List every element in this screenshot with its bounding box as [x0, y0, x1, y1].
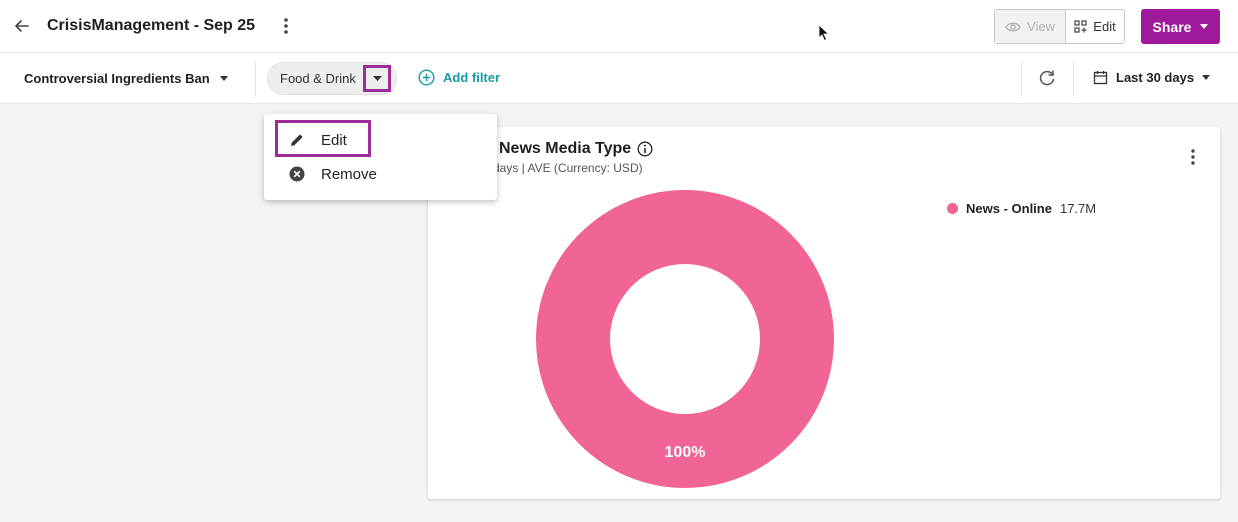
date-range-label: Last 30 days: [1116, 70, 1195, 85]
share-label: Share: [1152, 18, 1192, 35]
back-arrow-icon[interactable]: [12, 16, 32, 36]
legend-value: 17.7M: [1059, 201, 1097, 216]
date-range-selector[interactable]: Last 30 days: [1093, 70, 1211, 85]
caret-down-icon: [372, 76, 382, 81]
view-button[interactable]: View: [995, 10, 1066, 43]
view-label: View: [1027, 19, 1055, 34]
grid-edit-icon: [1074, 20, 1087, 33]
filter-chip-label: Food & Drink: [280, 71, 356, 86]
view-edit-toggle: View Edit: [994, 9, 1125, 44]
chart-card: News Media Type days | AVE (Currency: US…: [428, 127, 1220, 499]
edit-mode-button[interactable]: Edit: [1066, 10, 1124, 43]
chevron-down-icon: [1200, 24, 1209, 29]
donut-chart: 100%: [536, 190, 834, 488]
pencil-icon: [288, 131, 306, 149]
card-title: News Media Type: [499, 140, 653, 158]
chevron-down-icon: [1202, 75, 1211, 80]
mouse-cursor-icon: [818, 24, 830, 42]
menu-item-label: Edit: [321, 131, 347, 149]
filter-chip-menu: Edit Remove: [264, 114, 497, 200]
donut-slice[interactable]: [536, 190, 834, 488]
page-title: CrisisManagement - Sep 25: [47, 17, 256, 34]
divider: [255, 61, 256, 97]
menu-item-remove[interactable]: Remove: [264, 158, 497, 190]
card-more-options-icon[interactable]: [1187, 148, 1199, 166]
menu-item-edit[interactable]: Edit: [264, 124, 497, 156]
legend-name: News - Online: [966, 201, 1052, 216]
refresh-icon[interactable]: [1037, 68, 1057, 88]
divider: [1073, 61, 1074, 97]
calendar-icon: [1093, 71, 1108, 85]
add-filter-button[interactable]: Add filter: [418, 69, 500, 86]
topic-selector[interactable]: Controversial Ingredients Ban: [24, 71, 228, 86]
donut-data-label: 100%: [665, 444, 706, 461]
card-subtitle: days | AVE (Currency: USD): [493, 161, 643, 175]
filter-chip-food-drink[interactable]: Food & Drink: [267, 62, 397, 95]
topic-label: Controversial Ingredients Ban: [24, 71, 210, 86]
divider: [1021, 61, 1022, 97]
eye-icon: [1005, 22, 1021, 31]
edit-mode-label: Edit: [1093, 19, 1116, 34]
share-button[interactable]: Share: [1141, 9, 1220, 44]
add-circle-icon: [418, 69, 435, 86]
filter-bar: Controversial Ingredients Ban Food & Dri…: [0, 53, 1238, 104]
top-header: CrisisManagement - Sep 25 View Edit Shar…: [0, 0, 1238, 53]
legend-swatch: [947, 203, 958, 214]
more-options-icon[interactable]: [279, 16, 293, 36]
chevron-down-icon: [219, 76, 228, 81]
info-icon[interactable]: [637, 141, 653, 157]
remove-circle-icon: [288, 165, 306, 183]
menu-item-label: Remove: [321, 165, 377, 183]
add-filter-label: Add filter: [443, 70, 501, 85]
card-title-text: News Media Type: [499, 140, 632, 157]
legend-item[interactable]: News - Online 17.7M: [947, 201, 1096, 216]
filter-chip-dropdown-button[interactable]: [363, 65, 391, 92]
